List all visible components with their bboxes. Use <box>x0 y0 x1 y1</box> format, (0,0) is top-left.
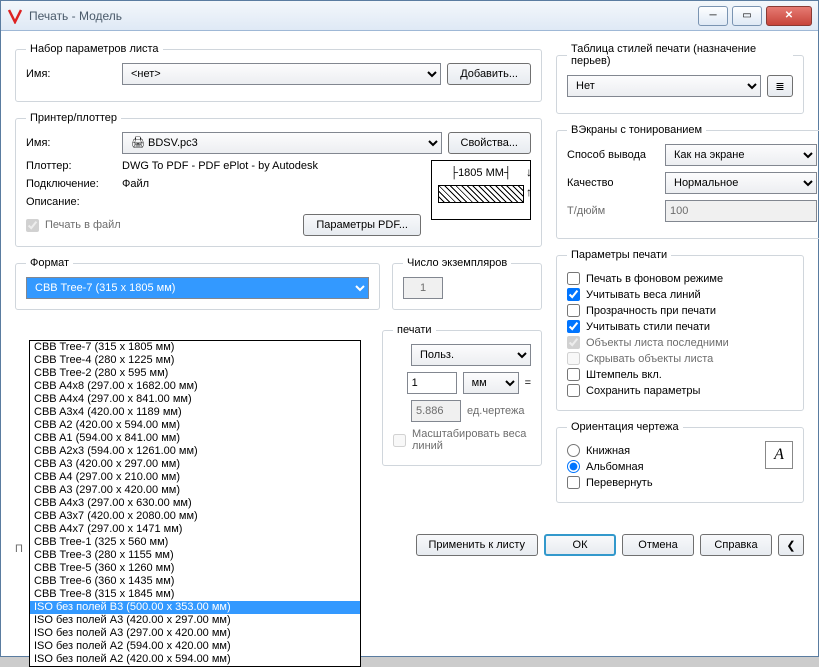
paper-option[interactable]: CBB A3 (420.00 x 297.00 мм) <box>30 458 360 471</box>
paper-option[interactable]: CBB Tree-1 (325 x 560 мм) <box>30 536 360 549</box>
orient-landscape-radio[interactable] <box>567 460 580 473</box>
paper-option[interactable]: ISO без полей A3 (297.00 x 420.00 мм) <box>30 627 360 640</box>
paper-option[interactable]: CBB A3 (297.00 x 420.00 мм) <box>30 484 360 497</box>
orientation-icon: A <box>765 441 793 469</box>
ok-button[interactable]: ОК <box>544 534 616 556</box>
plotter-label: Плоттер: <box>26 160 116 172</box>
paper-option[interactable]: CBB Tree-6 (360 x 1435 мм) <box>30 575 360 588</box>
paper-size-dropdown[interactable]: CBB Tree-7 (315 x 1805 мм)CBB Tree-4 (28… <box>29 340 361 667</box>
paper-legend: Формат <box>26 257 73 269</box>
shade-output-select[interactable]: Как на экране <box>665 144 817 166</box>
printer-props-button[interactable]: Свойства... <box>448 132 531 154</box>
desc-label: Описание: <box>26 196 116 208</box>
plotter-value: DWG To PDF - PDF ePlot - by Autodesk <box>122 160 318 172</box>
paper-option[interactable]: CBB A2 (420.00 x 594.00 мм) <box>30 419 360 432</box>
opt-stamp-check[interactable] <box>567 368 580 381</box>
printer-name-label: Имя: <box>26 137 116 149</box>
paper-option[interactable]: CBB A4x8 (297.00 x 1682.00 мм) <box>30 380 360 393</box>
page-name-select[interactable]: <нет> <box>122 63 441 85</box>
dpi-input <box>665 200 817 222</box>
printer-group: Принтер/плоттер Имя: 🖨 BDSV.pc3 Свойства… <box>15 112 542 247</box>
opt-last-check <box>567 336 580 349</box>
printer-legend: Принтер/плоттер <box>26 112 121 124</box>
paper-option[interactable]: CBB A4x4 (297.00 x 841.00 мм) <box>30 393 360 406</box>
paper-option[interactable]: CBB A2x3 (594.00 x 1261.00 мм) <box>30 445 360 458</box>
paper-option[interactable]: CBB Tree-5 (360 x 1260 мм) <box>30 562 360 575</box>
opt-hide-check <box>567 352 580 365</box>
page-setup-group: Набор параметров листа Имя: <нет> Добави… <box>15 43 542 102</box>
opt-lw-check[interactable] <box>567 288 580 301</box>
paper-option[interactable]: ISO без полей A3 (420.00 x 297.00 мм) <box>30 614 360 627</box>
orientation-group: Ориентация чертежа Книжная Альбомная Пер… <box>556 421 804 503</box>
shade-legend: ВЭкраны с тонированием <box>567 124 706 136</box>
opt-bg-check[interactable] <box>567 272 580 285</box>
printer-select[interactable]: 🖨 BDSV.pc3 <box>122 132 442 154</box>
opt-save-check[interactable] <box>567 384 580 397</box>
paper-option[interactable]: CBB Tree-4 (280 x 1225 мм) <box>30 354 360 367</box>
paper-option[interactable]: ISO без полей A2 (594.00 x 420.00 мм) <box>30 640 360 653</box>
shade-group: ВЭкраны с тонированием Способ выводаКак … <box>556 124 819 239</box>
orient-legend: Ориентация чертежа <box>567 421 683 433</box>
plot-options-group: Параметры печати Печать в фоновом режиме… <box>556 249 804 411</box>
edit-styles-button[interactable]: ≣ <box>767 75 793 97</box>
copies-legend: Число экземпляров <box>403 257 511 269</box>
paper-option[interactable]: CBB A4 (297.00 x 210.00 мм) <box>30 471 360 484</box>
plot-to-file-check <box>26 219 39 232</box>
paper-option[interactable]: CBB Tree-7 (315 x 1805 мм) <box>30 341 360 354</box>
help-button[interactable]: Справка <box>700 534 772 556</box>
titlebar: Печать - Модель ─ ▭ ✕ <box>1 1 818 31</box>
paper-size-select[interactable]: CBB Tree-7 (315 x 1805 мм) <box>26 277 369 299</box>
orient-upside-check[interactable] <box>567 476 580 489</box>
scale-top-input[interactable] <box>407 372 457 394</box>
paper-option[interactable]: ISO без полей A2 (420.00 x 594.00 мм) <box>30 653 360 666</box>
paper-option[interactable]: CBB A1 (594.00 x 841.00 мм) <box>30 432 360 445</box>
opts-legend: Параметры печати <box>567 249 671 261</box>
add-pageset-button[interactable]: Добавить... <box>447 63 531 85</box>
copies-group: Число экземпляров <box>392 257 542 310</box>
paper-option[interactable]: CBB A4x3 (297.00 x 630.00 мм) <box>30 497 360 510</box>
print-dialog: Печать - Модель ─ ▭ ✕ Набор параметров л… <box>0 0 819 657</box>
page-name-label: Имя: <box>26 68 116 80</box>
paper-option[interactable]: CBB A3x4 (420.00 x 1189 мм) <box>30 406 360 419</box>
paper-preview: ├1805 MM┤ ↓ ↑ <box>431 160 531 220</box>
window-title: Печать - Модель <box>29 9 694 23</box>
paper-option[interactable]: CBB A3x7 (420.00 x 2080.00 мм) <box>30 510 360 523</box>
paper-option[interactable]: CBB Tree-8 (315 x 1845 мм) <box>30 588 360 601</box>
minimize-button[interactable]: ─ <box>698 6 728 26</box>
paper-option[interactable]: CBB Tree-3 (280 x 1155 мм) <box>30 549 360 562</box>
port-label: Подключение: <box>26 178 116 190</box>
orient-portrait-radio[interactable] <box>567 444 580 457</box>
apply-label: П <box>15 543 23 555</box>
cancel-button[interactable]: Отмена <box>622 534 694 556</box>
paper-option[interactable]: ISO без полей B3 (500.00 x 353.00 мм) <box>30 601 360 614</box>
app-icon <box>7 8 23 24</box>
opt-tr-check[interactable] <box>567 304 580 317</box>
shade-quality-select[interactable]: Нормальное <box>665 172 817 194</box>
paper-size-group: Формат CBB Tree-7 (315 x 1805 мм) <box>15 257 380 310</box>
scale-unit-select[interactable]: мм <box>463 372 519 394</box>
plot-style-select[interactable]: Нет <box>567 75 761 97</box>
apply-button[interactable]: Применить к листу <box>416 534 539 556</box>
copies-input <box>403 277 443 299</box>
scale-bot-input <box>411 400 461 422</box>
styles-legend: Таблица стилей печати (назначение перьев… <box>567 43 793 67</box>
scale-lw-check <box>393 434 406 447</box>
close-button[interactable]: ✕ <box>766 6 812 26</box>
page-setup-legend: Набор параметров листа <box>26 43 163 55</box>
opt-ps-check[interactable] <box>567 320 580 333</box>
scale-group: печати Польз. мм = ед.чертежа Масштабиро… <box>382 324 542 466</box>
paper-option[interactable]: CBB Tree-2 (280 x 595 мм) <box>30 367 360 380</box>
area-legend: печати <box>393 324 436 336</box>
paper-option[interactable]: CBB A4x7 (297.00 x 1471 мм) <box>30 523 360 536</box>
pdf-options-button[interactable]: Параметры PDF... <box>303 214 421 236</box>
port-value: Файл <box>122 178 149 190</box>
plot-styles-group: Таблица стилей печати (назначение перьев… <box>556 43 804 114</box>
collapse-button[interactable]: ❮ <box>778 534 804 556</box>
scale-custom-select[interactable]: Польз. <box>411 344 531 366</box>
maximize-button[interactable]: ▭ <box>732 6 762 26</box>
